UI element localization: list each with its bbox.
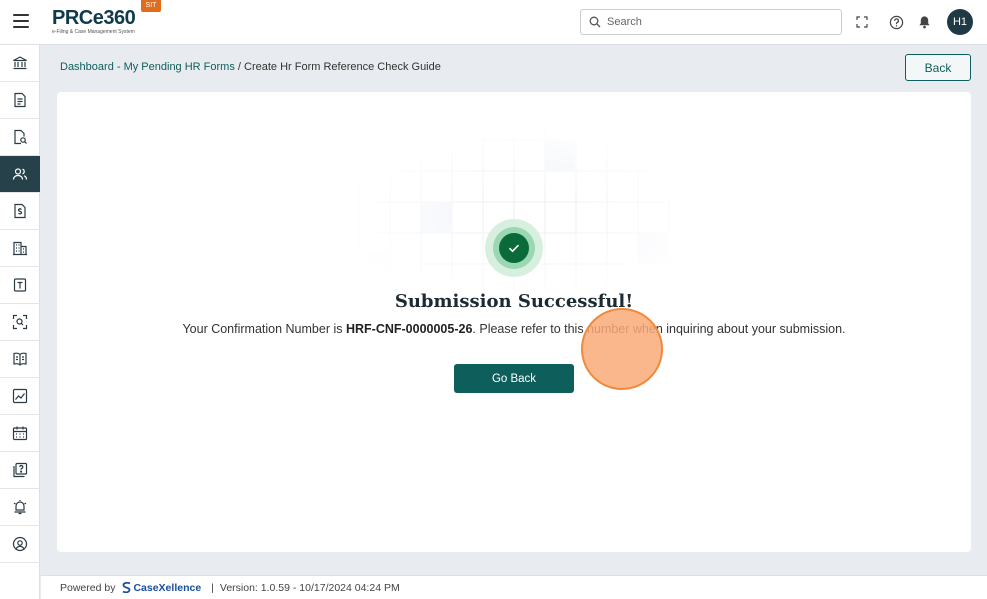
text-document-icon bbox=[13, 278, 27, 292]
sidebar-item-templates[interactable] bbox=[0, 267, 40, 304]
powered-by-label: Powered by bbox=[60, 581, 116, 594]
logo-subtitle: e-Filing & Case Management System bbox=[52, 29, 135, 35]
sidebar-item-scan[interactable] bbox=[0, 304, 40, 341]
footer-version: Version: 1.0.59 - 10/17/2024 04:24 PM bbox=[219, 581, 400, 594]
go-back-button[interactable]: Go Back bbox=[454, 364, 574, 393]
help-document-icon bbox=[13, 462, 28, 478]
confirmation-message-prefix: Your Confirmation Number is bbox=[182, 322, 346, 336]
confirmation-message: Your Confirmation Number is HRF-CNF-0000… bbox=[57, 322, 971, 336]
footer-separator: | bbox=[211, 581, 214, 594]
logo-text: PRCe360 bbox=[52, 7, 136, 29]
document-search-icon bbox=[14, 129, 27, 145]
sidebar-item-profile[interactable] bbox=[0, 526, 40, 563]
breadcrumb: Dashboard - My Pending HR Forms / Create… bbox=[60, 61, 441, 73]
scan-icon bbox=[12, 314, 28, 330]
search-input[interactable] bbox=[607, 16, 827, 28]
footer: Powered by CaseXellence | Version: 1.0.5… bbox=[41, 575, 987, 599]
user-circle-icon bbox=[12, 536, 28, 552]
dollar-document-icon bbox=[14, 203, 26, 219]
casexellence-logo-icon bbox=[122, 582, 131, 593]
chart-icon bbox=[12, 388, 28, 404]
sidebar-item-users[interactable] bbox=[0, 156, 40, 193]
fullscreen-icon[interactable] bbox=[853, 13, 871, 31]
book-icon bbox=[13, 352, 27, 366]
user-avatar[interactable]: H1 bbox=[947, 9, 973, 35]
document-icon bbox=[14, 92, 26, 108]
click-indicator bbox=[581, 308, 663, 390]
sidebar-item-organizations[interactable] bbox=[0, 230, 40, 267]
success-check-icon bbox=[485, 219, 543, 277]
building-icon bbox=[13, 241, 27, 256]
success-card: Submission Successful! Your Confirmation… bbox=[57, 92, 971, 552]
sidebar-item-document-search[interactable] bbox=[0, 119, 40, 156]
help-icon[interactable] bbox=[887, 13, 905, 31]
sidebar-item-calendar[interactable] bbox=[0, 415, 40, 452]
sidebar-item-institution[interactable] bbox=[0, 45, 40, 82]
footer-brand[interactable]: CaseXellence bbox=[133, 582, 201, 594]
sidebar-item-reports[interactable] bbox=[0, 378, 40, 415]
institution-icon bbox=[13, 56, 27, 70]
breadcrumb-link-pending-hr-forms[interactable]: Dashboard - My Pending HR Forms bbox=[60, 61, 235, 73]
alarm-icon bbox=[13, 500, 27, 515]
calendar-icon bbox=[12, 426, 28, 441]
env-badge: SIT bbox=[141, 0, 161, 12]
search-box[interactable] bbox=[580, 9, 842, 35]
confirmation-number: HRF-CNF-0000005-26 bbox=[345, 322, 473, 336]
search-icon bbox=[589, 16, 601, 28]
sidebar-item-alerts[interactable] bbox=[0, 489, 40, 526]
sidebar-item-library[interactable] bbox=[0, 341, 40, 378]
notification-bell-icon[interactable] bbox=[915, 13, 933, 31]
sidebar-item-documents[interactable] bbox=[0, 82, 40, 119]
back-button[interactable]: Back bbox=[905, 54, 971, 81]
sidebar-item-help[interactable] bbox=[0, 452, 40, 489]
sidebar bbox=[0, 45, 40, 599]
breadcrumb-separator: / bbox=[234, 61, 245, 73]
success-title: Submission Successful! bbox=[394, 291, 634, 312]
users-icon bbox=[12, 168, 28, 180]
app-logo[interactable]: PRCe360 e-Filing & Case Management Syste… bbox=[52, 7, 142, 37]
top-bar: PRCe360 e-Filing & Case Management Syste… bbox=[0, 0, 987, 45]
menu-icon[interactable] bbox=[13, 14, 29, 28]
breadcrumb-current: Create Hr Form Reference Check Guide bbox=[244, 61, 441, 73]
sidebar-item-billing[interactable] bbox=[0, 193, 40, 230]
